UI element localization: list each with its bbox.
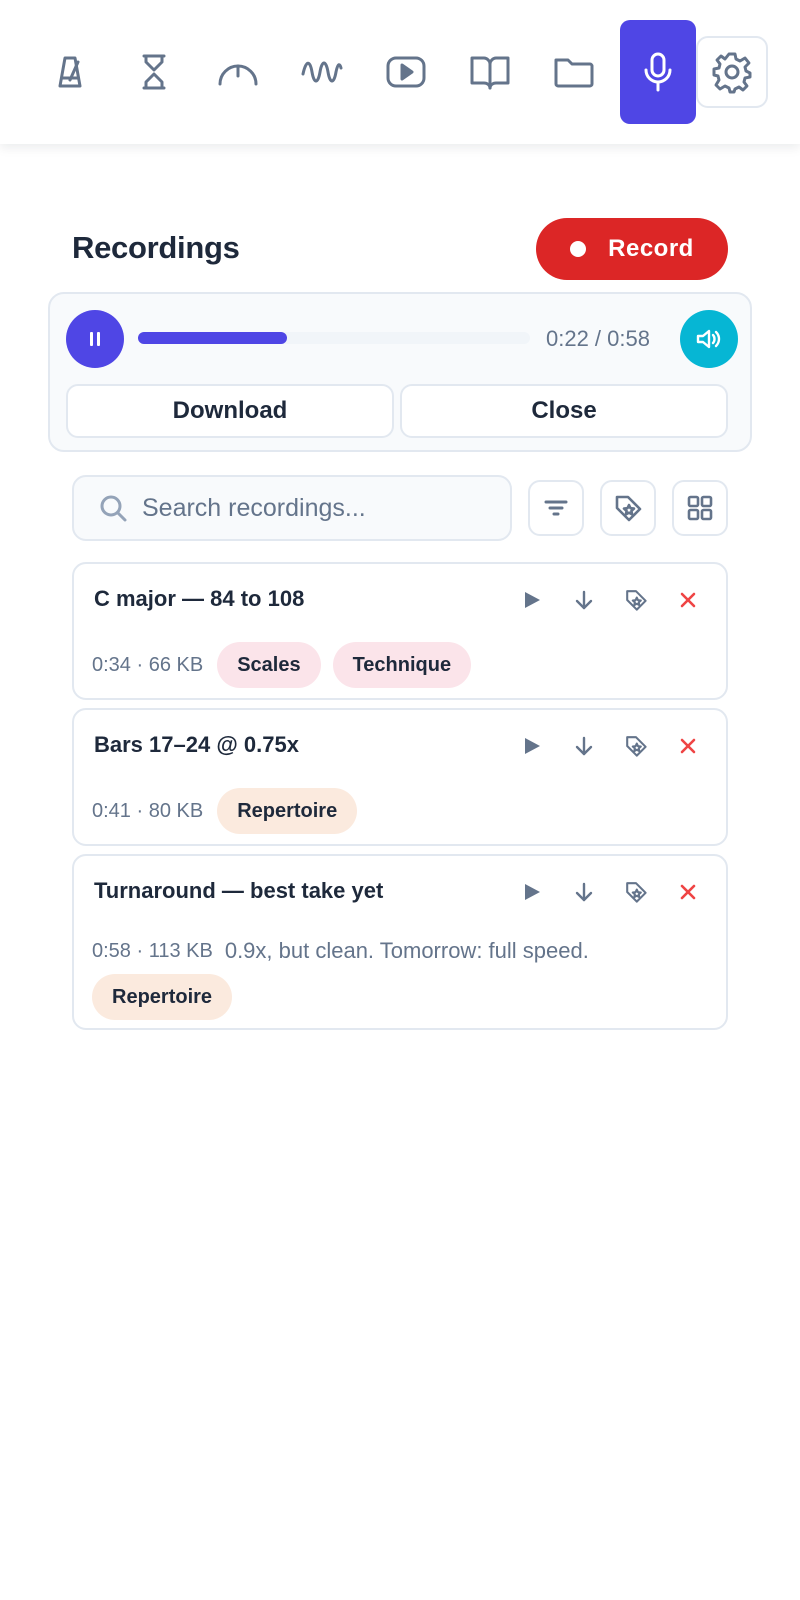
tag-recording-button[interactable] xyxy=(610,728,662,764)
download-button[interactable]: Download xyxy=(66,384,394,438)
recording-title: C major — 84 to 108 xyxy=(94,586,305,611)
nav-tuner[interactable] xyxy=(200,34,276,110)
play-button[interactable] xyxy=(506,582,558,618)
volume-button[interactable] xyxy=(680,310,738,368)
progress-bar[interactable] xyxy=(138,332,530,344)
filter-icon xyxy=(544,500,568,516)
record-label: Record xyxy=(608,235,694,262)
record-button[interactable]: Record xyxy=(536,218,728,280)
progress-fill xyxy=(138,332,287,344)
tag-star-icon xyxy=(626,882,647,903)
tag-filter-button[interactable] xyxy=(600,480,656,536)
arrow-down-icon xyxy=(575,882,593,902)
gauge-icon xyxy=(218,64,258,86)
nav-waveform[interactable] xyxy=(284,34,360,110)
pause-icon xyxy=(88,332,102,346)
download-recording-button[interactable] xyxy=(558,582,610,618)
close-icon xyxy=(680,738,696,754)
metronome-icon xyxy=(58,56,82,88)
pause-button[interactable] xyxy=(66,310,124,368)
nav-library[interactable] xyxy=(452,34,528,110)
book-icon xyxy=(470,56,510,90)
search-icon xyxy=(100,495,127,522)
delete-button[interactable] xyxy=(662,874,714,910)
close-icon xyxy=(680,592,696,608)
play-icon xyxy=(525,738,540,754)
recording-card[interactable]: Bars 17–24 @ 0.75x 0:41 · 80 KB Repertoi… xyxy=(72,708,728,846)
recording-card[interactable]: Turnaround — best take yet 0:58 · 113 KB… xyxy=(72,854,728,1030)
recording-meta: 0:58 · 113 KB xyxy=(92,939,213,962)
tag-star-icon xyxy=(626,590,647,611)
tag-badge[interactable]: Repertoire xyxy=(217,788,358,834)
wave-icon xyxy=(301,61,343,83)
nav-recordings[interactable] xyxy=(620,20,696,124)
tag-star-icon xyxy=(626,736,647,757)
gear-icon xyxy=(712,52,752,94)
download-recording-button[interactable] xyxy=(558,728,610,764)
hourglass-icon xyxy=(142,54,166,90)
recording-card[interactable]: C major — 84 to 108 0:34 · 66 KB Scales … xyxy=(72,562,728,700)
tag-badge[interactable]: Repertoire xyxy=(92,974,233,1020)
recording-title: Bars 17–24 @ 0.75x xyxy=(94,732,299,757)
nav-settings[interactable] xyxy=(696,36,768,108)
close-button[interactable]: Close xyxy=(400,384,728,438)
recording-title: Turnaround — best take yet xyxy=(94,878,384,903)
recording-meta: 0:34 · 66 KB xyxy=(92,653,204,676)
recording-meta: 0:41 · 80 KB xyxy=(92,799,204,822)
play-icon xyxy=(525,592,540,608)
close-icon xyxy=(680,884,696,900)
nav-files[interactable] xyxy=(536,34,612,110)
top-nav xyxy=(0,0,800,144)
tag-recording-button[interactable] xyxy=(610,582,662,618)
nav-timer[interactable] xyxy=(116,34,192,110)
arrow-down-icon xyxy=(575,590,593,610)
nav-video[interactable] xyxy=(368,34,444,110)
play-button[interactable] xyxy=(506,874,558,910)
audio-player: 0:22 / 0:58 Download Close xyxy=(48,292,752,452)
record-dot-icon xyxy=(570,241,587,257)
search-input[interactable] xyxy=(142,493,482,523)
tag-recording-button[interactable] xyxy=(610,874,662,910)
filter-button[interactable] xyxy=(528,480,584,536)
microphone-icon xyxy=(644,52,672,92)
arrow-down-icon xyxy=(575,736,593,756)
folder-icon xyxy=(554,58,594,88)
play-icon xyxy=(525,884,540,900)
tag-badge[interactable]: Scales xyxy=(217,642,321,688)
nav-metronome[interactable] xyxy=(32,34,108,110)
grid-view-button[interactable] xyxy=(672,480,728,536)
delete-button[interactable] xyxy=(662,582,714,618)
tag-star-icon xyxy=(615,495,642,522)
download-recording-button[interactable] xyxy=(558,874,610,910)
play-button[interactable] xyxy=(506,728,558,764)
time-label: 0:22 / 0:58 xyxy=(546,326,650,351)
volume-icon xyxy=(696,329,721,349)
video-icon xyxy=(386,56,426,88)
delete-button[interactable] xyxy=(662,728,714,764)
search-box xyxy=(72,475,512,541)
recording-note: 0.9x, but clean. Tomorrow: full speed. xyxy=(224,938,589,963)
grid-icon xyxy=(687,495,713,521)
page-title: Recordings xyxy=(72,230,240,265)
tag-badge[interactable]: Technique xyxy=(332,642,472,688)
